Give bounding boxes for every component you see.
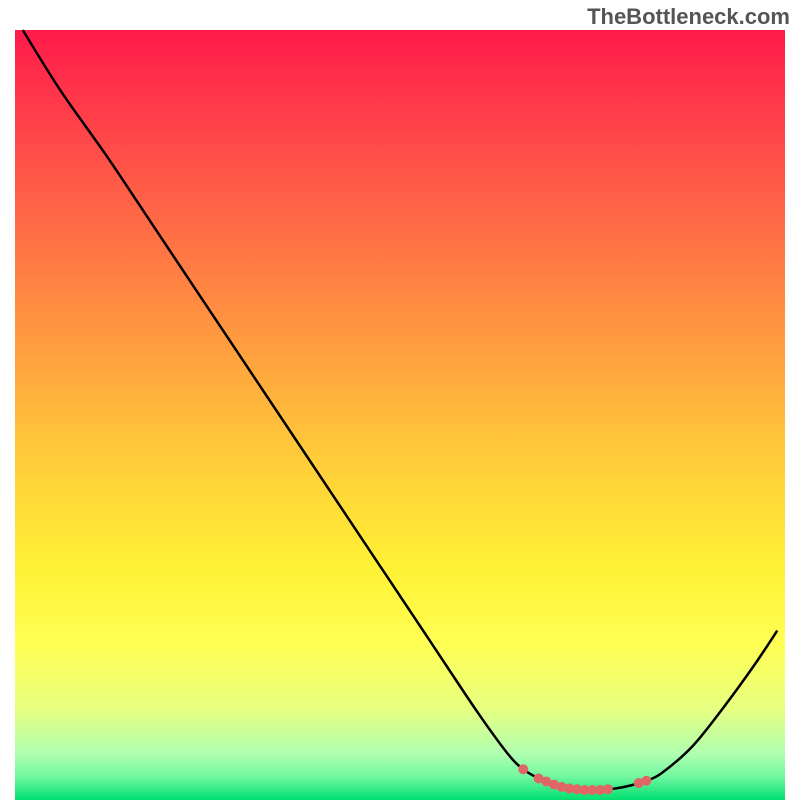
bottleneck-chart: TheBottleneck.com <box>0 0 800 800</box>
plot-background <box>15 30 785 800</box>
watermark-label: TheBottleneck.com <box>587 4 790 30</box>
curve-marker <box>641 776 651 786</box>
curve-marker <box>518 764 528 774</box>
curve-marker <box>603 784 613 794</box>
chart-canvas <box>0 0 800 800</box>
